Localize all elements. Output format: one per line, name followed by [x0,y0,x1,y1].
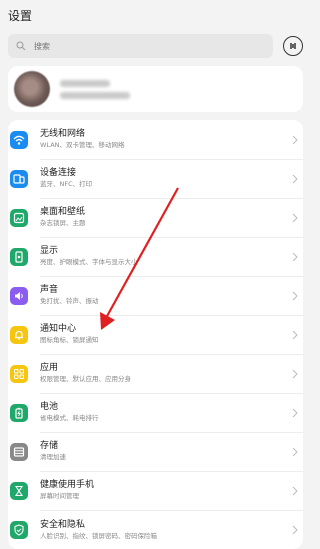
search-box[interactable] [8,34,273,58]
item-label: 安全和隐私 [40,519,86,530]
chevron-right-icon [292,330,298,339]
item-label: 电池 [40,402,59,412]
sound-icon [10,286,28,305]
item-subtitle: 免打扰、铃声、振动 [40,297,99,305]
chevron-right-icon [292,174,298,183]
item-subtitle: 省电模式、耗电排行 [40,414,99,422]
settings-item[interactable]: 无线和网络 WLAN、双卡管理、移动网络 [8,120,303,160]
settings-item[interactable]: 健康使用手机 屏幕时间管理 [8,471,303,511]
item-label: 无线和网络 [40,129,86,139]
device-connect-icon [10,169,28,188]
chevron-right-icon [292,486,298,495]
apps-icon [10,364,28,383]
item-label: 显示 [40,246,59,256]
hourglass-icon [10,481,28,500]
chevron-right-icon [292,525,298,534]
item-label: 通知中心 [40,324,77,334]
item-label: 声音 [40,285,59,295]
assistant-icon [290,43,296,49]
bell-icon [10,325,28,344]
settings-item[interactable]: 存储 清理加速 [8,432,303,472]
item-subtitle: 权限管理、默认应用、应用分身 [40,375,131,383]
settings-item[interactable]: 桌面和壁纸杂志锁屏、主题 [8,198,303,238]
settings-item[interactable]: 设备连接蓝牙、NFC、打印 [8,159,303,199]
search-row [0,30,311,60]
item-subtitle: 杂志锁屏、主题 [40,219,86,227]
settings-list: 无线和网络 WLAN、双卡管理、移动网络 设备连接蓝牙、NFC、打印 桌面和壁纸杂… [8,120,303,549]
item-label: 健康使用手机 [40,480,95,490]
storage-icon [10,442,28,461]
page-title: 设置 [8,8,33,23]
item-subtitle: 清理加速 [40,453,66,461]
chevron-right-icon [292,135,298,144]
settings-item[interactable]: 声音免打扰、铃声、振动 [8,276,303,316]
settings-item[interactable]: 电池省电模式、耗电排行 [8,393,303,433]
item-subtitle: 屏幕时间管理 [40,492,79,500]
settings-item[interactable]: 应用权限管理、默认应用、应用分身 [8,354,303,394]
item-subtitle: 图标角标、锁屏通知 [40,336,99,344]
item-subtitle: 蓝牙、NFC、打印 [40,180,93,188]
item-subtitle: 人脸识别、指纹、锁屏密码、密码保险箱 [40,531,157,540]
item-subtitle: WLAN、双卡管理、移动网络 [40,141,125,149]
assistant-button[interactable] [283,36,303,56]
item-label: 存储 [40,441,59,451]
account-card[interactable] [8,66,303,112]
account-info-blurred [60,79,130,99]
chevron-right-icon [292,213,298,222]
item-subtitle: 亮度、护眼模式、字体与显示大小 [40,258,138,266]
wallpaper-icon [10,208,28,227]
shield-icon [10,520,28,539]
avatar [14,71,50,107]
battery-icon [10,403,28,422]
settings-item[interactable]: 通知中心图标角标、锁屏通知 [8,315,303,355]
settings-item[interactable]: 安全和隐私 人脸识别、指纹、锁屏密码、密码保险箱 [8,510,303,549]
wifi-icon [10,130,28,149]
title-bar: 设置 [0,0,311,30]
chevron-right-icon [292,252,298,261]
display-icon [10,247,28,266]
chevron-right-icon [292,408,298,417]
search-icon [16,41,26,51]
chevron-right-icon [292,291,298,300]
chevron-right-icon [292,369,298,378]
item-label: 桌面和壁纸 [40,207,86,217]
settings-item[interactable]: 显示亮度、护眼模式、字体与显示大小 [8,237,303,277]
item-label: 设备连接 [40,168,77,178]
chevron-right-icon [292,447,298,456]
item-label: 应用 [40,363,59,373]
search-input[interactable] [32,40,236,52]
